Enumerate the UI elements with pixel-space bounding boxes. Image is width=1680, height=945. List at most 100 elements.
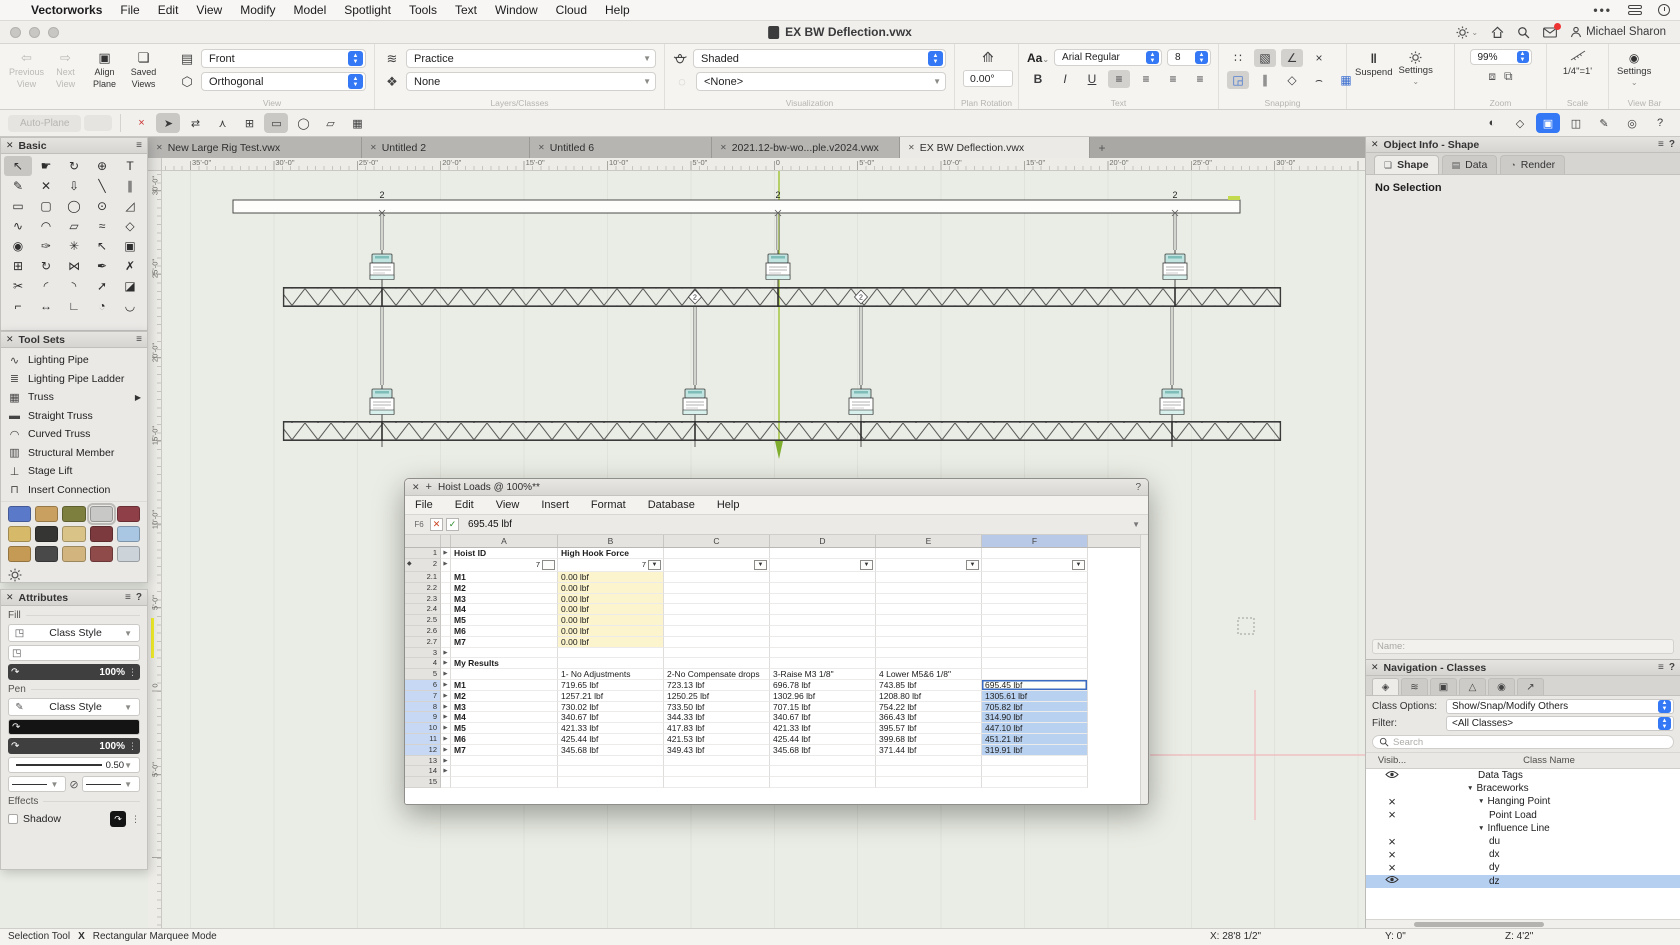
row-disclosure-arrow[interactable]: ▶ (441, 548, 451, 559)
worksheet-cell[interactable] (876, 637, 982, 648)
tool-set-tile[interactable] (62, 506, 85, 522)
settings-button[interactable]: Settings⌄ (1399, 49, 1433, 97)
worksheet-cell[interactable] (982, 658, 1088, 669)
document-tab[interactable]: ✕EX BW Deflection.vwx (900, 137, 1090, 158)
worksheet-cell[interactable] (982, 583, 1088, 594)
line-style-dropdown[interactable]: ▼ (8, 776, 66, 792)
annotation-pen-icon[interactable]: ✎ (1592, 113, 1616, 133)
worksheet-row[interactable]: 2.5M50.00 lbf (405, 615, 1140, 626)
document-tab[interactable]: ✕Untitled 6 (530, 137, 712, 158)
worksheet-cell[interactable]: 421.33 lbf (558, 723, 664, 734)
row-number[interactable]: 2.2 (405, 583, 441, 594)
row-number[interactable]: 15 (405, 777, 441, 788)
worksheet-cell[interactable] (664, 604, 770, 615)
align-plane-button[interactable]: ▣AlignPlane (86, 49, 123, 97)
worksheet-cell[interactable]: 0.00 lbf (558, 637, 664, 648)
worksheet-cell[interactable] (664, 572, 770, 583)
basic-tool-icon[interactable]: ✂ (4, 276, 32, 296)
worksheet-cell[interactable]: 399.68 lbf (876, 734, 982, 745)
row-number[interactable]: 14 (405, 766, 441, 777)
worksheet-menu-database[interactable]: Database (648, 499, 707, 511)
render-style-dropdown[interactable]: <None>▼ (696, 72, 946, 91)
cancel-entry-button[interactable]: ✕ (430, 518, 443, 531)
worksheet-cell[interactable]: 425.44 lbf (558, 734, 664, 745)
visibility-toggle[interactable]: × (1366, 862, 1418, 874)
basic-tool-icon[interactable]: ⇩ (60, 176, 88, 196)
worksheet-cell[interactable] (770, 648, 876, 659)
worksheet-cell[interactable] (451, 669, 558, 680)
basic-tool-icon[interactable]: ◔ (88, 296, 116, 316)
visibility-toggle[interactable]: × (1366, 796, 1418, 808)
snap-mode-icon[interactable]: ∷ (1227, 49, 1249, 67)
document-tab[interactable]: ✕2021.12-bw-wo...ple.v2024.vwx (712, 137, 900, 158)
worksheet-cell[interactable] (876, 594, 982, 605)
worksheet-cell[interactable]: 1302.96 lbf (770, 691, 876, 702)
basic-tool-icon[interactable]: ◡ (116, 296, 144, 316)
tool-set-tile[interactable] (35, 546, 58, 562)
worksheet-cell[interactable]: 743.85 lbf (876, 680, 982, 691)
basic-tool-icon[interactable]: ≈ (88, 216, 116, 236)
worksheet-cell[interactable]: ▼ (770, 559, 876, 572)
lasso-marquee-mode-icon[interactable]: ◯ (291, 113, 315, 133)
align-right-button[interactable]: ≡ (1162, 70, 1184, 88)
worksheet-cell[interactable]: 340.67 lbf (770, 712, 876, 723)
worksheet-cell[interactable] (664, 766, 770, 777)
fill-style-dropdown[interactable]: ◳Class Style▼ (8, 624, 140, 642)
worksheet-cell[interactable]: 696.78 lbf (770, 680, 876, 691)
tool-set-tile[interactable] (117, 546, 140, 562)
snap-mode-icon[interactable]: ∥ (1254, 71, 1276, 89)
class-row-dz[interactable]: dz (1366, 875, 1680, 888)
menu-item-modify[interactable]: Modify (231, 3, 284, 17)
hoist-loads-window[interactable]: ✕ + Hoist Loads @ 100%** ? FileEditViewI… (404, 478, 1149, 805)
move-by-points-mode-icon[interactable]: ⇄ (183, 113, 207, 133)
class-row-braceworks[interactable]: ▼Braceworks (1366, 782, 1680, 795)
worksheet-cell[interactable] (770, 658, 876, 669)
menu-extras-icon[interactable]: ••• (1593, 3, 1612, 17)
worksheet-cell[interactable] (558, 658, 664, 669)
worksheet-menu-format[interactable]: Format (591, 499, 638, 511)
tool-set-item-stage-lift[interactable]: ⊥Stage Lift (1, 462, 147, 481)
bold-button[interactable]: B (1027, 70, 1049, 88)
worksheet-cell[interactable]: 695.45 lbf (982, 680, 1088, 691)
worksheet-cell[interactable] (770, 626, 876, 637)
worksheet-cell[interactable]: 425.44 lbf (770, 734, 876, 745)
worksheet-cell[interactable] (558, 777, 664, 788)
visibility-toggle[interactable] (1366, 770, 1418, 782)
basic-tool-icon[interactable]: ◿ (116, 196, 144, 216)
menu-item-edit[interactable]: Edit (149, 3, 188, 17)
row-number[interactable]: 10 (405, 723, 441, 734)
worksheet-cell[interactable]: 3-Raise M3 1/8" (770, 669, 876, 680)
basic-tool-icon[interactable]: ➚ (88, 276, 116, 296)
worksheet-cell[interactable]: 340.67 lbf (558, 712, 664, 723)
palette-menu-icon[interactable]: ≡ (1658, 139, 1664, 150)
visibility-toggle[interactable] (1366, 875, 1418, 887)
tool-set-tile[interactable] (90, 506, 113, 522)
basic-tool-icon[interactable]: ◝ (60, 276, 88, 296)
worksheet-cell[interactable]: ▼ (982, 559, 1088, 572)
zoom-level-dropdown[interactable]: 99%▲▼ (1470, 49, 1532, 65)
italic-button[interactable]: I (1054, 70, 1076, 88)
fit-to-page-icon[interactable]: ⧉ (1504, 69, 1513, 84)
worksheet-cell[interactable] (770, 604, 876, 615)
basic-tool-icon[interactable]: ⊙ (88, 196, 116, 216)
tool-set-tile[interactable] (117, 506, 140, 522)
worksheet-cell[interactable] (558, 648, 664, 659)
close-tab-icon[interactable]: ✕ (370, 143, 377, 152)
worksheet-cell[interactable]: High Hook Force (558, 548, 664, 559)
navigation-tab-icon[interactable]: ◉ (1488, 678, 1515, 695)
tool-set-item-lighting-pipe-ladder[interactable]: ≣Lighting Pipe Ladder (1, 370, 147, 389)
suspend-snapping-button[interactable]: ‖Suspend (1355, 49, 1393, 97)
worksheet-cell[interactable] (451, 648, 558, 659)
worksheet-cell[interactable]: 730.02 lbf (558, 702, 664, 713)
menu-item-model[interactable]: Model (285, 3, 336, 17)
basic-tool-icon[interactable]: ✑ (32, 236, 60, 256)
worksheet-row[interactable]: 2.7M70.00 lbf (405, 637, 1140, 648)
worksheet-cell[interactable] (876, 658, 982, 669)
worksheet-cell[interactable] (770, 756, 876, 767)
palette-help-icon[interactable]: ? (1669, 662, 1675, 673)
worksheet-cell[interactable] (664, 594, 770, 605)
worksheet-menu-edit[interactable]: Edit (455, 499, 486, 511)
navigation-tab-icon[interactable]: ◈ (1372, 678, 1399, 695)
worksheet-cell[interactable]: 345.68 lbf (558, 745, 664, 756)
messages-icon[interactable] (1543, 27, 1557, 38)
